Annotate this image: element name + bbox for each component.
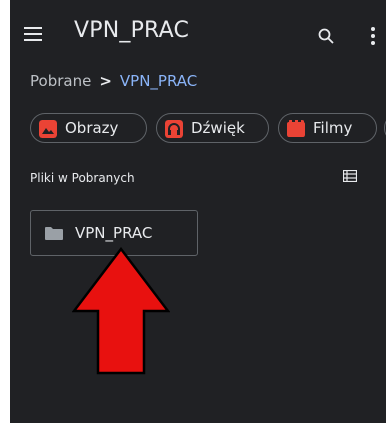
chip-label: Dźwięk: [191, 119, 245, 137]
image-icon: [39, 120, 57, 138]
chip-audio[interactable]: Dźwięk: [156, 113, 269, 143]
breadcrumb-separator: >: [99, 72, 112, 90]
list-view-icon[interactable]: [343, 170, 357, 182]
more-vert-icon[interactable]: [370, 27, 376, 45]
annotation-arrow-up: [72, 247, 170, 375]
breadcrumb-current[interactable]: VPN_PRAC: [120, 72, 197, 90]
chip-label: Filmy: [313, 119, 353, 137]
breadcrumb-root[interactable]: Pobrane: [30, 72, 91, 90]
video-icon: [287, 120, 305, 137]
chip-label: Obrazy: [65, 119, 119, 137]
chip-images[interactable]: Obrazy: [30, 113, 147, 143]
hamburger-menu-icon[interactable]: [24, 27, 42, 41]
section-title: Pliki w Pobranych: [30, 171, 135, 185]
search-icon[interactable]: [318, 28, 334, 44]
file-manager-screen: VPN_PRAC Pobrane > VPN_PRAC Obrazy Dźwięk: [10, 0, 386, 423]
app-bar: VPN_PRAC: [10, 0, 386, 60]
filter-chips: Obrazy Dźwięk Filmy: [30, 113, 386, 145]
folder-name: VPN_PRAC: [75, 224, 153, 242]
chip-videos[interactable]: Filmy: [278, 113, 377, 143]
breadcrumb: Pobrane > VPN_PRAC: [30, 72, 197, 94]
app-bar-title: VPN_PRAC: [74, 18, 190, 43]
folder-icon: [45, 227, 63, 240]
audio-icon: [165, 120, 183, 138]
